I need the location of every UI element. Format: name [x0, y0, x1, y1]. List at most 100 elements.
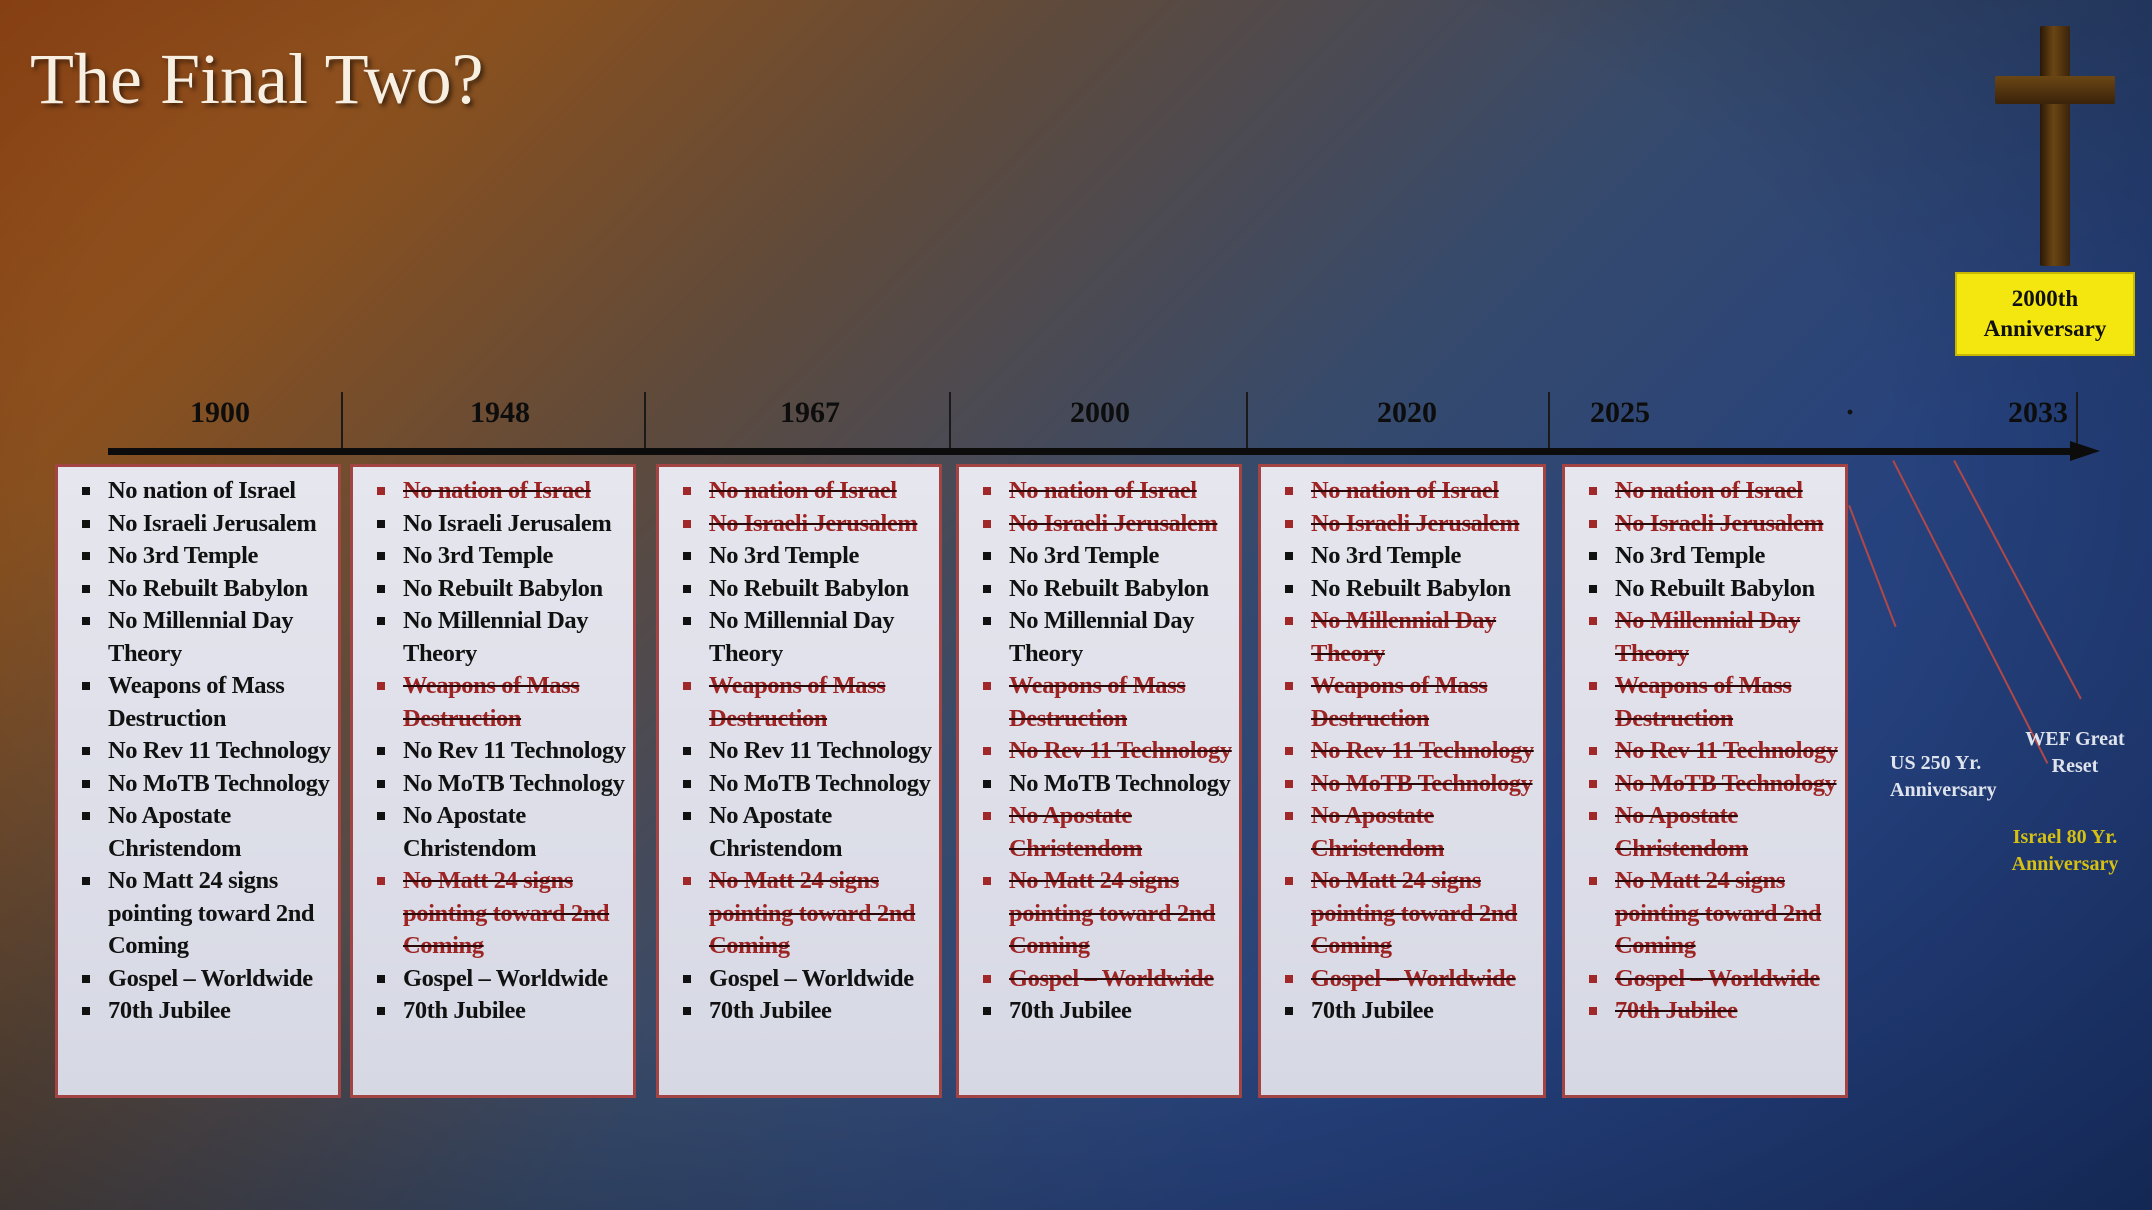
- bullet-item: 70th Jubilee: [983, 995, 1233, 1028]
- anniversary-badge: 2000th Anniversary: [1955, 272, 2135, 356]
- column-list: No nation of Israel No Israeli Jerusalem N…: [377, 475, 627, 1028]
- column-list: No nation of Israel No Israeli Jerusalem N…: [82, 475, 332, 1028]
- bullet-item: No nation of Israel: [683, 475, 933, 508]
- slide-title: The Final Two?: [30, 39, 484, 119]
- bullet-item: No nation of Israel: [983, 475, 1233, 508]
- bullet-item: No Matt 24 signs pointing toward 2nd Com…: [1589, 865, 1839, 963]
- column-2025: No nation of Israel No Israeli Jerusalem N…: [1562, 464, 1848, 1098]
- us-anniversary-text: US 250 Yr. Anniversary: [1890, 752, 1997, 801]
- bullet-item: Weapons of Mass Destruction: [82, 670, 332, 735]
- bullet-item: No MoTB Technology: [683, 768, 933, 801]
- wef-annotation-line: [1953, 460, 2082, 700]
- timeline-axis: [108, 448, 2073, 455]
- bullet-item: No Matt 24 signs pointing toward 2nd Com…: [377, 865, 627, 963]
- bullet-item: No Israeli Jerusalem: [983, 508, 1233, 541]
- bullet-item: No Rebuilt Babylon: [683, 573, 933, 606]
- bullet-item: No Apostate Christendom: [683, 800, 933, 865]
- bullet-item: No Matt 24 signs pointing toward 2nd Com…: [82, 865, 332, 963]
- bullet-item: No Millennial Day Theory: [683, 605, 933, 670]
- column-list: No nation of Israel No Israeli Jerusalem N…: [1285, 475, 1537, 1028]
- year-label-2000: 2000: [1070, 396, 1130, 429]
- year-label-2025: 2025: [1590, 396, 1650, 429]
- column-1948: No nation of Israel No Israeli Jerusalem N…: [350, 464, 636, 1098]
- bullet-item: No Israeli Jerusalem: [377, 508, 627, 541]
- timeline-divider: [1246, 392, 1248, 454]
- bullet-item: No 3rd Temple: [683, 540, 933, 573]
- wef-text: WEF Great Reset: [2025, 728, 2125, 777]
- bullet-item: No nation of Israel: [82, 475, 332, 508]
- bullet-item: No Rev 11 Technology: [1285, 735, 1537, 768]
- bullet-item: Gospel – Worldwide: [377, 963, 627, 996]
- bullet-item: No MoTB Technology: [1285, 768, 1537, 801]
- bullet-item: No Millennial Day Theory: [82, 605, 332, 670]
- bullet-item: No Millennial Day Theory: [1589, 605, 1839, 670]
- bullet-item: No Rev 11 Technology: [983, 735, 1233, 768]
- year-label-1967: 1967: [780, 396, 840, 429]
- bullet-item: No Rebuilt Babylon: [377, 573, 627, 606]
- bullet-item: No Matt 24 signs pointing toward 2nd Com…: [1285, 865, 1537, 963]
- bullet-item: No Rebuilt Babylon: [1285, 573, 1537, 606]
- year-label-1948: 1948: [470, 396, 530, 429]
- column-2000: No nation of Israel No Israeli Jerusalem N…: [956, 464, 1242, 1098]
- column-2020: No nation of Israel No Israeli Jerusalem N…: [1258, 464, 1546, 1098]
- israel-anniversary-annotation: Israel 80 Yr. Anniversary: [1995, 824, 2135, 878]
- bullet-item: No Rev 11 Technology: [377, 735, 627, 768]
- year-label-2020: 2020: [1377, 396, 1437, 429]
- bullet-item: No Apostate Christendom: [377, 800, 627, 865]
- wef-annotation: WEF Great Reset: [2010, 726, 2140, 780]
- bullet-item: No Millennial Day Theory: [377, 605, 627, 670]
- bullet-item: No nation of Israel: [1285, 475, 1537, 508]
- bullet-item: No Millennial Day Theory: [1285, 605, 1537, 670]
- bullet-item: No Israeli Jerusalem: [82, 508, 332, 541]
- column-list: No nation of Israel No Israeli Jerusalem N…: [1589, 475, 1839, 1028]
- bullet-item: No 3rd Temple: [1589, 540, 1839, 573]
- bullet-item: No Rev 11 Technology: [1589, 735, 1839, 768]
- bullet-item: No Apostate Christendom: [1285, 800, 1537, 865]
- bullet-item: No Rev 11 Technology: [82, 735, 332, 768]
- bullet-item: 70th Jubilee: [1285, 995, 1537, 1028]
- year-marker-dot: ·: [1845, 396, 1856, 429]
- bullet-item: No Israeli Jerusalem: [683, 508, 933, 541]
- bullet-item: No 3rd Temple: [1285, 540, 1537, 573]
- bullet-item: No 3rd Temple: [82, 540, 332, 573]
- bullet-item: Gospel – Worldwide: [983, 963, 1233, 996]
- timeline-divider: [1548, 392, 1550, 454]
- israel-anniversary-text: Israel 80 Yr. Anniversary: [2011, 826, 2119, 875]
- bullet-item: Weapons of Mass Destruction: [377, 670, 627, 735]
- year-label-2033: 2033: [2008, 396, 2068, 429]
- bullet-item: No nation of Israel: [377, 475, 627, 508]
- bullet-item: No Matt 24 signs pointing toward 2nd Com…: [683, 865, 933, 963]
- timeline-divider: [949, 392, 951, 454]
- bullet-item: Gospel – Worldwide: [82, 963, 332, 996]
- timeline-divider: [644, 392, 646, 454]
- timeline-divider: [341, 392, 343, 454]
- bullet-item: No Israeli Jerusalem: [1285, 508, 1537, 541]
- bullet-item: 70th Jubilee: [377, 995, 627, 1028]
- bullet-item: 70th Jubilee: [1589, 995, 1839, 1028]
- bullet-item: No 3rd Temple: [983, 540, 1233, 573]
- bullet-item: No Apostate Christendom: [82, 800, 332, 865]
- cross-icon-bar: [1995, 76, 2115, 104]
- bullet-item: No Apostate Christendom: [1589, 800, 1839, 865]
- bullet-item: 70th Jubilee: [82, 995, 332, 1028]
- bullet-item: Weapons of Mass Destruction: [983, 670, 1233, 735]
- bullet-item: No Rebuilt Babylon: [82, 573, 332, 606]
- bullet-item: Gospel – Worldwide: [683, 963, 933, 996]
- bullet-item: No nation of Israel: [1589, 475, 1839, 508]
- bullet-item: 70th Jubilee: [683, 995, 933, 1028]
- year-label-1900: 1900: [190, 396, 250, 429]
- us-annotation-line: [1848, 505, 1897, 628]
- bullet-item: No MoTB Technology: [82, 768, 332, 801]
- bullet-item: Weapons of Mass Destruction: [683, 670, 933, 735]
- israel-annotation-line: [1892, 460, 2049, 764]
- bullet-item: No MoTB Technology: [1589, 768, 1839, 801]
- bullet-item: No MoTB Technology: [983, 768, 1233, 801]
- column-1900: No nation of Israel No Israeli Jerusalem N…: [55, 464, 341, 1098]
- bullet-item: No Apostate Christendom: [983, 800, 1233, 865]
- column-list: No nation of Israel No Israeli Jerusalem N…: [983, 475, 1233, 1028]
- bullet-item: No MoTB Technology: [377, 768, 627, 801]
- bullet-item: Gospel – Worldwide: [1589, 963, 1839, 996]
- bullet-item: No Matt 24 signs pointing toward 2nd Com…: [983, 865, 1233, 963]
- anniversary-label: 2000th Anniversary: [1983, 286, 2107, 341]
- bullet-item: No Israeli Jerusalem: [1589, 508, 1839, 541]
